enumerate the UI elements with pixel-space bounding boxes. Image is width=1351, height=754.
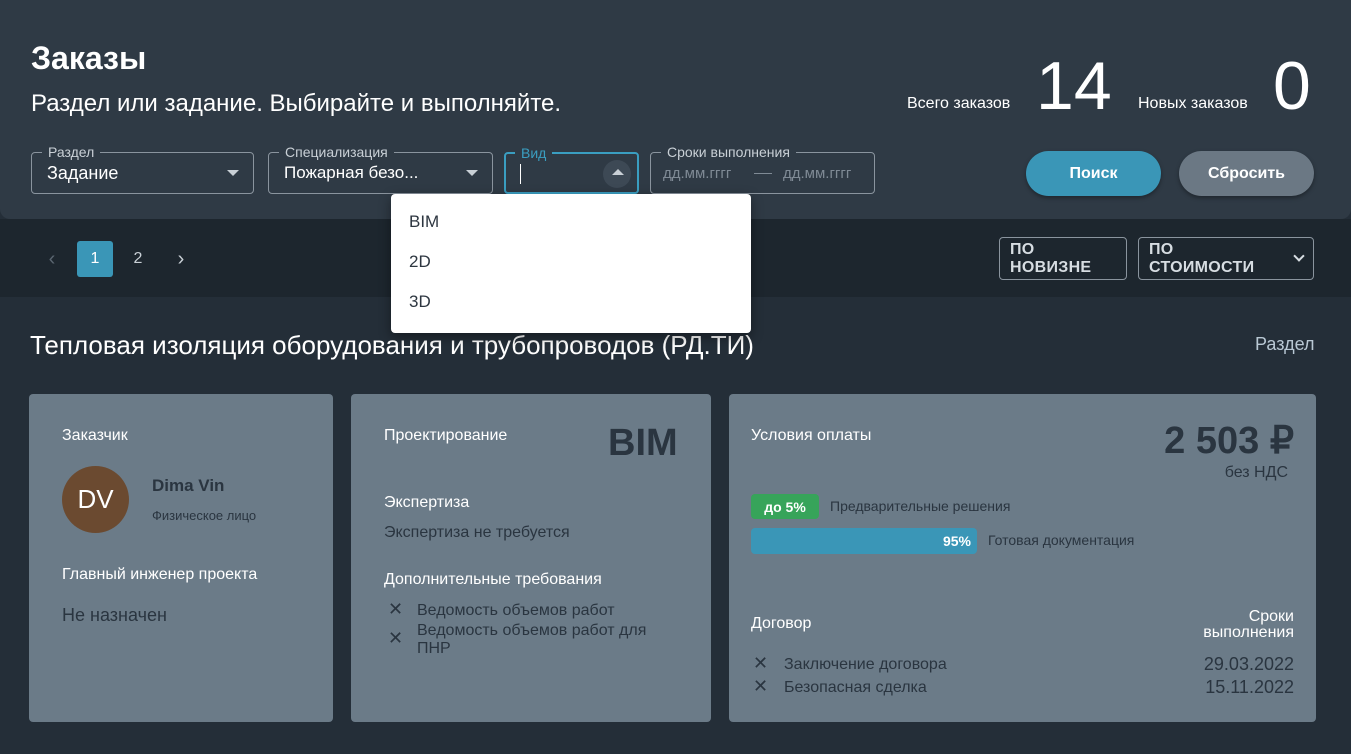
section-select-label: Раздел [42, 143, 101, 161]
sort-newest-button[interactable]: ПО НОВИЗНЕ [999, 237, 1127, 280]
stage-1-badge: до 5% [751, 494, 819, 519]
dropdown-option-2d[interactable]: 2D [391, 242, 751, 282]
type-select[interactable]: Вид [504, 144, 639, 194]
stage-1-label: Предварительные решения [830, 498, 1011, 514]
contract-item-date: 29.03.2022 [1203, 654, 1294, 674]
chevron-down-icon [466, 170, 478, 176]
chief-engineer-label: Главный инженер проекта [62, 566, 258, 583]
close-icon: ✕ [388, 599, 404, 619]
page-1-button[interactable]: 1 [77, 241, 113, 277]
stage-2-label: Готовая документация [988, 532, 1135, 548]
section-title: Тепловая изоляция оборудования и трубопр… [30, 330, 754, 360]
requirement-item: Ведомость объемов работ [417, 602, 615, 619]
text-cursor [520, 164, 521, 184]
contract-item: Безопасная сделка [784, 679, 927, 696]
page-2-button[interactable]: 2 [120, 241, 156, 277]
avatar: DV [62, 466, 129, 533]
specialization-select[interactable]: Специализация Пожарная безо... [268, 143, 493, 194]
sort-newest-label: ПО НОВИЗНЕ [1010, 240, 1092, 276]
total-orders-count: 14 [1036, 48, 1112, 124]
type-dropdown-menu: BIM 2D 3D [391, 194, 751, 333]
contract-item: Заключение договора [784, 656, 947, 673]
type-select-label: Вид [515, 144, 553, 162]
next-page-button[interactable]: › [163, 241, 199, 277]
expertise-value: Экспертиза не требуется [384, 524, 570, 541]
page-title: Заказы [31, 40, 147, 76]
requirement-item: Ведомость объемов работ для ПНР [417, 622, 647, 657]
stage-2-progress: 95% [751, 528, 977, 554]
close-icon: ✕ [753, 676, 769, 696]
design-label: Проектирование [384, 427, 508, 444]
reset-button[interactable]: Сбросить [1179, 151, 1314, 196]
chief-engineer-value: Не назначен [62, 605, 167, 625]
sort-price-label: ПО СТОИМОСТИ [1149, 240, 1255, 276]
price-value: 2 503 ₽ [1164, 420, 1294, 462]
chevron-down-icon [1293, 250, 1305, 262]
close-icon: ✕ [388, 628, 404, 648]
customer-label: Заказчик [62, 427, 128, 444]
customer-name[interactable]: Dima Vin [152, 476, 224, 496]
dropdown-option-3d[interactable]: 3D [391, 282, 751, 322]
new-orders-label: Новых заказов [1138, 95, 1248, 112]
date-to-input[interactable]: дд.мм.гггг [783, 165, 851, 182]
deadlines-label: Сроки выполнения [1203, 608, 1294, 641]
deadline-range: Сроки выполнения дд.мм.гггг дд.мм.гггг [650, 143, 875, 194]
date-from-input[interactable]: дд.мм.гггг [663, 165, 731, 182]
sort-price-button[interactable]: ПО СТОИМОСТИ [1138, 237, 1314, 280]
section-select-value: Задание [47, 163, 119, 183]
payment-card: Условия оплаты 2 503 ₽ без НДС до 5% Пре… [729, 394, 1316, 722]
search-button[interactable]: Поиск [1026, 151, 1161, 196]
specialization-select-value: Пожарная безо... [284, 163, 419, 182]
design-type-badge: BIM [608, 422, 678, 464]
customer-card: Заказчик DV Dima Vin Физическое лицо Гла… [29, 394, 333, 722]
deadline-range-label: Сроки выполнения [661, 143, 796, 161]
contract-item-date: 15.11.2022 [1205, 677, 1294, 697]
dropdown-option-bim[interactable]: BIM [391, 202, 751, 242]
expertise-label: Экспертиза [384, 494, 470, 511]
vat-note: без НДС [1224, 464, 1288, 481]
contract-label: Договор [751, 615, 812, 632]
total-orders-label: Всего заказов [907, 95, 1011, 112]
project-card: Проектирование BIM Экспертиза Экспертиза… [351, 394, 711, 722]
new-orders-count: 0 [1273, 48, 1311, 124]
payment-terms-label: Условия оплаты [751, 427, 872, 444]
header-panel: Заказы Раздел или задание. Выбирайте и в… [0, 0, 1351, 219]
avatar-initials: DV [77, 484, 114, 514]
date-separator [754, 173, 772, 174]
requirements-label: Дополнительные требования [384, 571, 602, 588]
section-link[interactable]: Раздел [1255, 334, 1315, 355]
prev-page-button[interactable]: ‹ [34, 241, 70, 277]
customer-type: Физическое лицо [152, 508, 257, 523]
chevron-up-icon[interactable] [612, 169, 624, 175]
page-subtitle: Раздел или задание. Выбирайте и выполняй… [31, 90, 562, 117]
section-select[interactable]: Раздел Задание [31, 143, 254, 194]
close-icon: ✕ [753, 653, 769, 673]
chevron-down-icon [227, 170, 239, 176]
specialization-select-label: Специализация [279, 143, 394, 161]
